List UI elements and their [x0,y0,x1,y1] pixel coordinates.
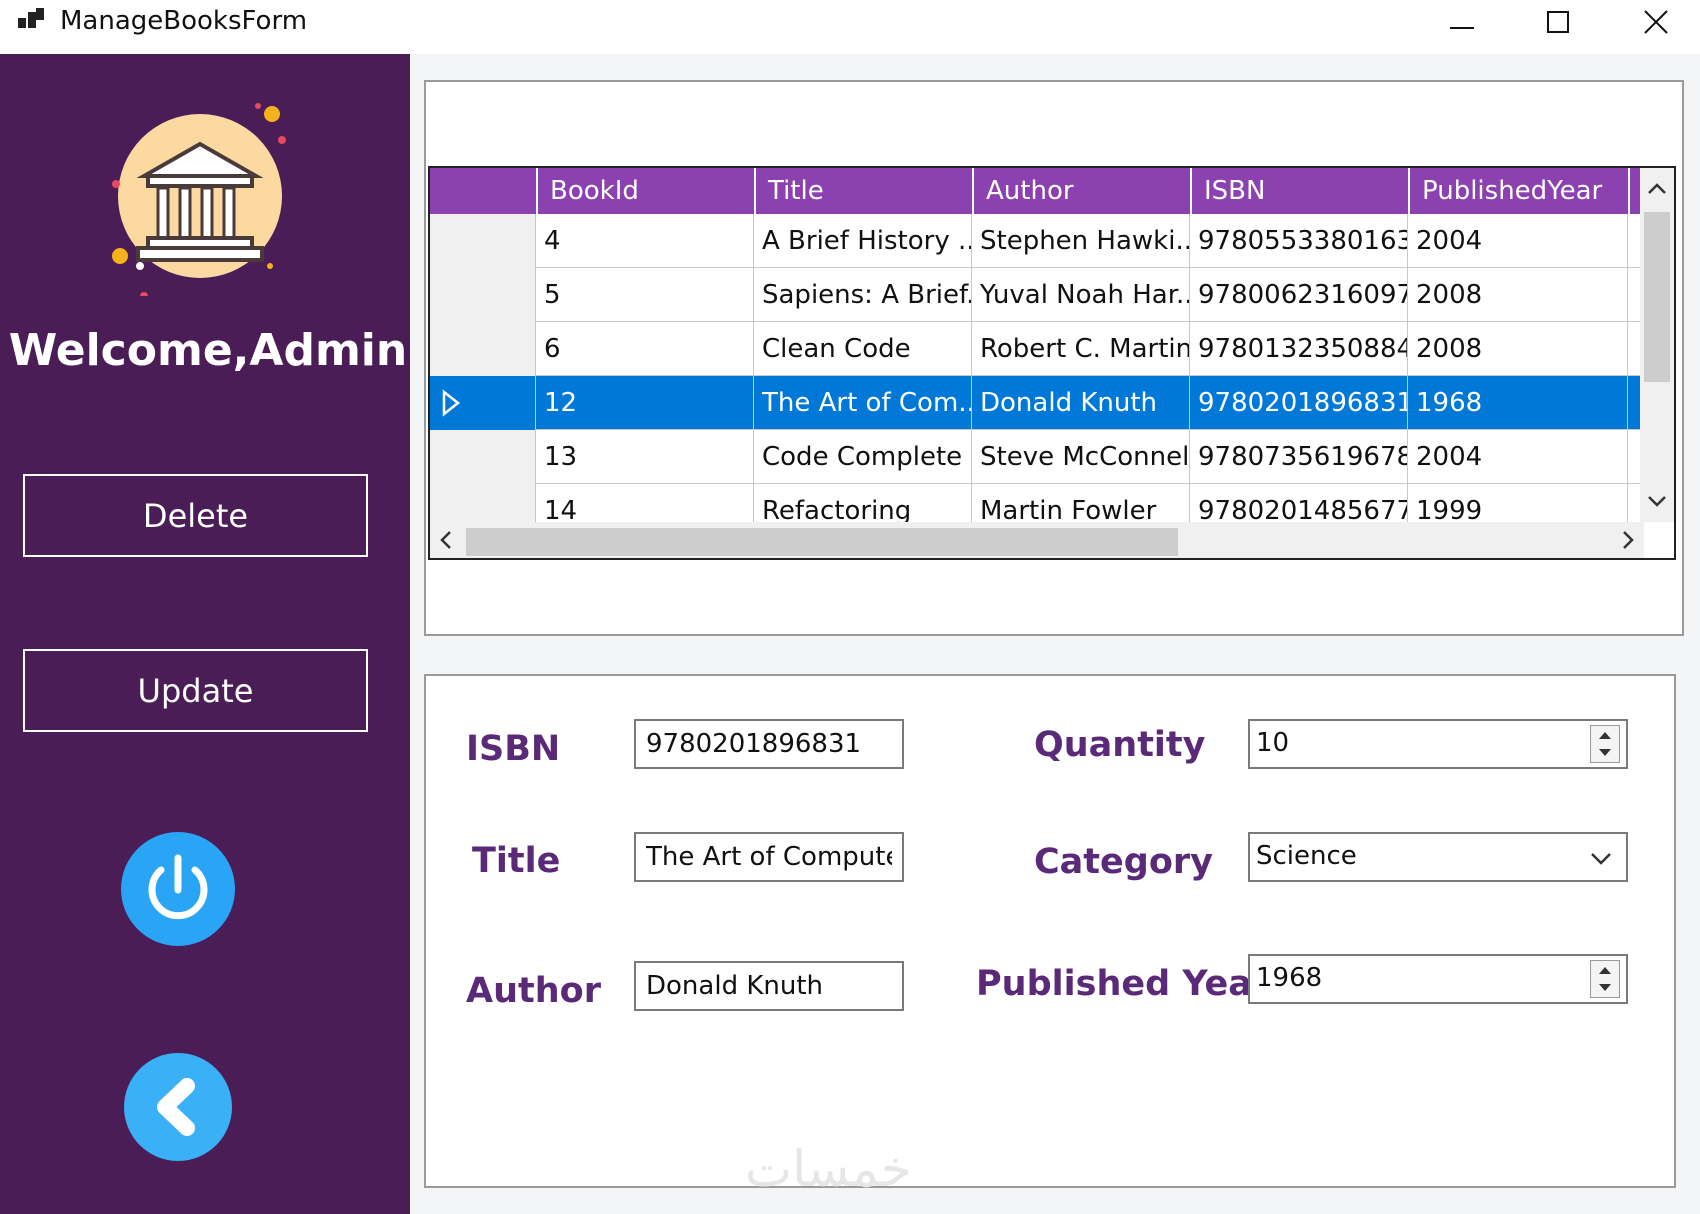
published-year-stepper[interactable]: 1968 [1248,954,1628,1004]
published-year-label: Published Year [976,964,1270,1004]
spin-down-icon[interactable] [1591,744,1619,762]
books-grid[interactable]: BookId Title Author ISBN PublishedYear 4… [428,166,1676,560]
scroll-up-icon[interactable] [1640,172,1674,206]
cell-author[interactable]: Robert C. Martin [972,322,1190,376]
row-header[interactable] [430,214,536,268]
row-header[interactable] [430,268,536,322]
column-header-author[interactable]: Author [974,168,1192,214]
scroll-left-icon[interactable] [430,522,464,558]
spin-up-icon[interactable] [1591,961,1619,979]
maximize-button[interactable] [1514,0,1604,44]
title-label: Title [472,841,561,881]
isbn-label: ISBN [466,729,561,769]
power-icon [121,832,235,946]
library-building-icon [100,96,300,300]
quantity-stepper[interactable]: 10 [1248,719,1628,769]
minimize-icon [1450,27,1474,29]
category-value[interactable]: Science [1256,834,1357,878]
row-header[interactable] [430,430,536,484]
cell-bookid[interactable]: 12 [536,376,754,430]
close-icon [1644,10,1668,34]
year-spin[interactable] [1590,960,1620,998]
app-icon [18,8,44,30]
cell-isbn[interactable]: 9780553380163 [1190,214,1408,268]
cell-year[interactable]: 2004 [1408,214,1628,268]
horizontal-scroll-thumb[interactable] [466,528,1178,556]
close-button[interactable] [1612,0,1700,44]
cell-isbn[interactable]: 9780132350884 [1190,322,1408,376]
cell-isbn[interactable]: 9780735619678 [1190,430,1408,484]
power-button[interactable] [121,832,235,946]
cell-year[interactable]: 2004 [1408,430,1628,484]
window-title: ManageBooksForm [60,6,308,36]
back-arrow-icon [124,1053,232,1161]
row-header[interactable] [430,322,536,376]
cell-year[interactable]: 2008 [1408,268,1628,322]
title-input[interactable] [634,832,904,882]
author-input[interactable] [634,961,904,1011]
spin-down-icon[interactable] [1591,979,1619,997]
table-row-selected[interactable]: 12 The Art of Com... Donald Knuth 978020… [430,376,1644,430]
watermark: خمسات [745,1140,912,1198]
spin-up-icon[interactable] [1591,726,1619,744]
cell-year[interactable]: 2008 [1408,322,1628,376]
chevron-down-icon[interactable] [1586,836,1616,880]
cell-bookid[interactable]: 13 [536,430,754,484]
title-bar: ManageBooksForm [0,0,1700,52]
vertical-scroll-thumb[interactable] [1644,212,1670,382]
horizontal-scrollbar[interactable] [430,522,1644,558]
cell-author[interactable]: Steve McConnell [972,430,1190,484]
cell-isbn[interactable]: 9780062316097 [1190,268,1408,322]
cell-isbn[interactable]: 9780201896831 [1190,376,1408,430]
sidebar: Welcome,Admin Delete Update [0,54,410,1214]
scroll-right-icon[interactable] [1610,522,1644,558]
cell-bookid[interactable]: 5 [536,268,754,322]
cell-title[interactable]: Clean Code [754,322,972,376]
cell-bookid[interactable]: 6 [536,322,754,376]
cell-bookid[interactable]: 4 [536,214,754,268]
current-row-indicator-icon [442,389,461,417]
cell-title[interactable]: The Art of Com... [754,376,972,430]
table-row[interactable]: 13 Code Complete Steve McConnell 9780735… [430,430,1644,484]
published-year-value[interactable]: 1968 [1256,956,1322,1000]
column-header-bookid[interactable]: BookId [538,168,756,214]
cell-title[interactable]: A Brief History ... [754,214,972,268]
welcome-text: Welcome,Admin [8,325,408,376]
header-corner [430,168,538,214]
row-header[interactable] [430,376,536,430]
back-button[interactable] [121,1050,235,1164]
update-button[interactable]: Update [23,649,368,732]
table-row[interactable]: 5 Sapiens: A Brief... Yuval Noah Har... … [430,268,1644,322]
table-row[interactable]: 6 Clean Code Robert C. Martin 9780132350… [430,322,1644,376]
category-label: Category [1034,842,1213,882]
minimize-button[interactable] [1418,0,1508,44]
cell-title[interactable]: Code Complete [754,430,972,484]
quantity-value[interactable]: 10 [1256,721,1289,765]
maximize-icon [1547,11,1569,33]
cell-author[interactable]: Stephen Hawki... [972,214,1190,268]
quantity-spin[interactable] [1590,725,1620,763]
scroll-down-icon[interactable] [1640,484,1674,518]
vertical-scrollbar[interactable] [1640,168,1674,522]
grid-header: BookId Title Author ISBN PublishedYear [430,168,1644,214]
cell-title[interactable]: Sapiens: A Brief... [754,268,972,322]
delete-button[interactable]: Delete [23,474,368,557]
column-header-isbn[interactable]: ISBN [1192,168,1410,214]
column-header-publishedyear[interactable]: PublishedYear [1410,168,1630,214]
isbn-input[interactable] [634,719,904,769]
column-header-title[interactable]: Title [756,168,974,214]
cell-author[interactable]: Yuval Noah Har... [972,268,1190,322]
cell-author[interactable]: Donald Knuth [972,376,1190,430]
author-label: Author [466,971,601,1011]
table-row[interactable]: 4 A Brief History ... Stephen Hawki... 9… [430,214,1644,268]
quantity-label: Quantity [1034,725,1206,765]
cell-year[interactable]: 1968 [1408,376,1628,430]
category-select[interactable]: Science [1248,832,1628,882]
